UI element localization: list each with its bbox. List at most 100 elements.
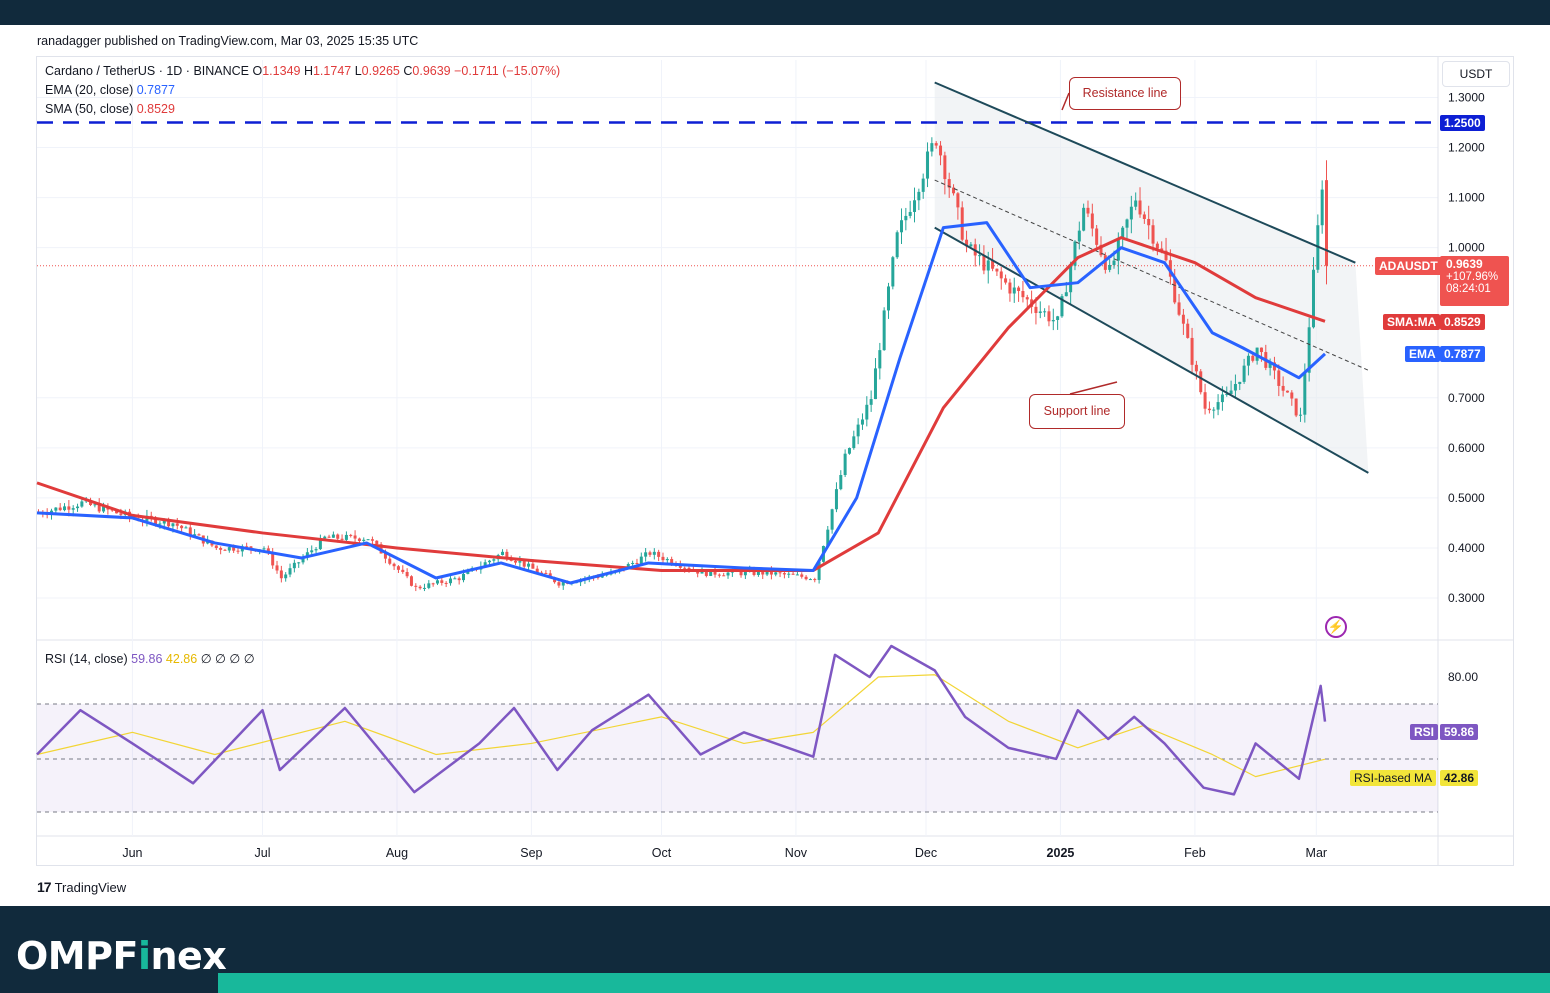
rsi-legend-label: RSI (14, close) xyxy=(45,652,128,666)
y-tick-label: 1.3000 xyxy=(1448,91,1485,105)
candle-body xyxy=(401,569,405,572)
candle-body xyxy=(236,550,240,552)
candle-body xyxy=(813,579,817,581)
ema-legend[interactable]: EMA (20, close) 0.7877 xyxy=(45,83,175,97)
price-chart[interactable]: 1.3000 1.2000 1.1000 1.0000 0.7000 0.6000 0.50… xyxy=(0,0,1550,906)
candle-body xyxy=(444,582,448,584)
candle-body xyxy=(869,399,873,405)
ema-legend-label: EMA (20, close) xyxy=(45,83,134,97)
candle-body xyxy=(956,193,960,208)
candle-body xyxy=(427,583,431,588)
symbol-legend: Cardano / TetherUS · 1D · BINANCE O1.134… xyxy=(45,64,560,78)
resistance-callout[interactable]: Resistance line xyxy=(1069,77,1181,110)
candle-body xyxy=(1259,347,1263,353)
candle-body xyxy=(431,583,435,585)
sma-legend[interactable]: SMA (50, close) 0.8529 xyxy=(45,102,175,116)
x-tick-label: Sep xyxy=(520,846,542,860)
candle-body xyxy=(834,489,838,510)
candle-body xyxy=(1012,287,1016,294)
candle-body xyxy=(1285,390,1289,393)
candle-body xyxy=(1069,265,1073,293)
candle-body xyxy=(882,310,886,351)
candle-body xyxy=(665,559,669,561)
candle-body xyxy=(223,549,227,551)
candle-body xyxy=(518,561,522,563)
x-tick-label: Mar xyxy=(1306,846,1328,860)
lightning-icon[interactable]: ⚡ xyxy=(1325,616,1347,638)
candle-body xyxy=(461,573,465,581)
candle-body xyxy=(314,549,318,551)
candle-body xyxy=(865,404,869,420)
sma-legend-value: 0.8529 xyxy=(136,102,175,116)
candle-body xyxy=(904,215,908,221)
candle-body xyxy=(362,539,366,541)
candle-body xyxy=(492,559,496,561)
candle-body xyxy=(262,548,266,550)
resistance-arrow xyxy=(1061,92,1070,111)
candle-body xyxy=(1155,243,1159,249)
candle-body xyxy=(414,585,418,587)
candle-body xyxy=(1298,414,1302,416)
candle-body xyxy=(288,568,292,575)
candle-body xyxy=(717,574,721,576)
candle-body xyxy=(782,573,786,575)
candle-body xyxy=(1203,392,1207,409)
candle-body xyxy=(275,565,279,571)
candle-body xyxy=(895,232,899,258)
candle-body xyxy=(1090,213,1094,229)
candle-body xyxy=(1294,398,1298,416)
candle-body xyxy=(1277,370,1281,386)
candle-body xyxy=(808,579,812,581)
candle-body xyxy=(1290,392,1294,399)
candle-body xyxy=(886,286,890,311)
candle-body xyxy=(913,200,917,212)
x-tick-label: Dec xyxy=(915,846,937,860)
candle-body xyxy=(1220,394,1224,403)
x-tick-label: Jun xyxy=(122,846,142,860)
candle-body xyxy=(843,453,847,476)
symbol-countdown: 08:24:01 xyxy=(1446,283,1491,295)
candle-body xyxy=(908,211,912,216)
candle-body xyxy=(1320,189,1324,226)
candle-body xyxy=(960,207,964,240)
candle-body xyxy=(527,563,531,567)
ema-legend-value: 0.7877 xyxy=(136,83,175,97)
rsi-ma-legend-value: 42.86 xyxy=(165,652,198,666)
candle-body xyxy=(1095,228,1099,245)
rsi-tick-label: 80.00 xyxy=(1448,670,1478,684)
footer-stripe xyxy=(218,973,1550,993)
candle-body xyxy=(1025,297,1029,300)
support-callout[interactable]: Support line xyxy=(1029,394,1125,429)
candle-body xyxy=(982,255,986,271)
last-candle-body xyxy=(1325,180,1328,266)
tradingview-logo[interactable]: 17 TradingView xyxy=(37,879,126,895)
candle-body xyxy=(336,534,340,539)
candle-body xyxy=(1216,402,1220,410)
candle-body xyxy=(926,151,930,179)
rsi-price-tag: 59.86 xyxy=(1440,724,1479,740)
candle-body xyxy=(683,567,687,569)
candle-body xyxy=(648,552,652,555)
currency-button[interactable]: USDT xyxy=(1442,61,1510,87)
candle-body xyxy=(722,575,726,577)
candle-body xyxy=(934,143,938,146)
candle-body xyxy=(644,552,648,557)
candle-body xyxy=(839,475,843,490)
rsi-legend[interactable]: RSI (14, close) 59.86 42.86 ∅ ∅ ∅ ∅ xyxy=(45,651,255,666)
candle-body xyxy=(422,587,426,589)
candle-body xyxy=(1051,319,1055,322)
candle-body xyxy=(396,566,400,570)
candle-body xyxy=(67,506,71,510)
x-tick-label: Oct xyxy=(652,846,672,860)
y-tick-label: 1.2000 xyxy=(1448,141,1485,155)
candle-body xyxy=(488,560,492,563)
candle-body xyxy=(279,570,283,579)
x-tick-label: Feb xyxy=(1184,846,1206,860)
candle-body xyxy=(375,540,379,545)
candle-body xyxy=(557,582,561,586)
candle-body xyxy=(804,576,808,580)
candle-body xyxy=(340,538,344,540)
rsi-name-tag: RSI xyxy=(1410,724,1439,740)
sma-price-tag: 0.8529 xyxy=(1440,314,1485,330)
candle-body xyxy=(999,271,1003,279)
